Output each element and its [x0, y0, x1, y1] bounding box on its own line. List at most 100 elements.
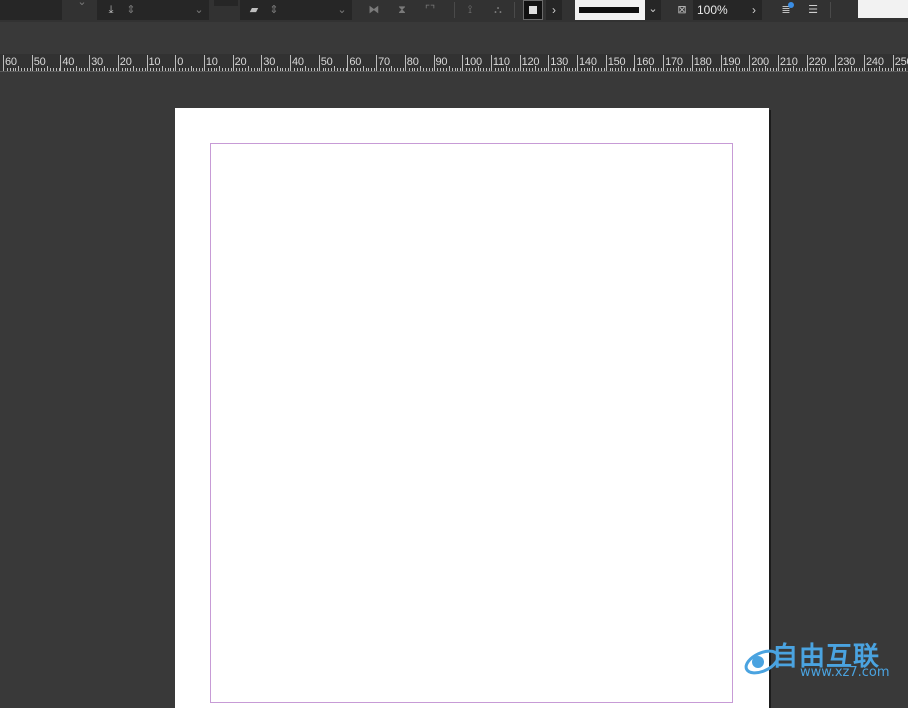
ruler-minor-tick	[575, 68, 577, 71]
chevron-down-icon[interactable]: ⌄	[191, 2, 207, 18]
ruler-minor-tick	[382, 68, 384, 71]
ruler-minor-tick	[477, 66, 479, 71]
horizontal-ruler[interactable]: 60 50 40 30 20 10 0 10 20 30 40 50 60 70 80 90 100 110 120…	[0, 54, 908, 72]
ruler-major-tick	[519, 55, 521, 71]
panel-preview[interactable]	[858, 0, 908, 18]
ruler-minor-tick	[867, 68, 869, 71]
ruler-minor-tick	[618, 68, 620, 71]
align-icon[interactable]: ☰	[805, 2, 821, 18]
ruler-minor-tick	[440, 68, 442, 71]
ruler-minor-tick	[173, 68, 175, 71]
ruler-minor-tick	[49, 68, 51, 71]
reference-point-icon[interactable]: ⌜⌝	[422, 2, 438, 18]
align-bottom-icon[interactable]: ⤓	[103, 2, 119, 18]
ruler-minor-tick	[557, 68, 559, 71]
ruler-label: 230	[837, 56, 856, 68]
select-container-icon[interactable]: ⟟	[462, 2, 478, 18]
ruler-major-tick	[203, 55, 205, 71]
stroke-style-field[interactable]	[575, 0, 645, 20]
ruler-minor-tick	[483, 68, 485, 71]
ruler-minor-tick	[288, 68, 290, 71]
fill-swatch-icon[interactable]	[523, 0, 543, 20]
flip-vertical-icon[interactable]: ⧗	[394, 2, 410, 18]
chevron-right-icon-2[interactable]: ›	[746, 0, 762, 20]
ruler-minor-tick	[632, 68, 634, 71]
ruler-minor-tick	[784, 68, 786, 71]
ruler-minor-tick	[882, 68, 884, 71]
ruler-label: 40	[62, 56, 75, 68]
ruler-minor-tick	[712, 68, 714, 71]
ruler-label: 100	[464, 56, 482, 68]
chevron-icon: ⌄	[77, 0, 87, 8]
ruler-minor-tick	[374, 68, 376, 71]
ruler-major-tick	[634, 55, 636, 71]
ruler-minor-tick	[850, 66, 852, 71]
shear-icon[interactable]: ▰	[246, 2, 262, 18]
ruler-minor-tick	[428, 68, 430, 71]
ruler-minor-tick	[153, 68, 155, 71]
tab-area	[0, 22, 908, 54]
ruler-minor-tick	[47, 66, 49, 71]
ruler-minor-tick	[847, 68, 849, 71]
ruler-minor-tick	[354, 68, 356, 71]
ruler-minor-tick	[816, 68, 818, 71]
ruler-minor-tick	[555, 68, 557, 71]
ruler-minor-tick	[328, 68, 330, 71]
ruler-major-tick	[3, 55, 4, 71]
ruler-minor-tick	[827, 68, 829, 71]
ruler-minor-tick	[612, 68, 614, 71]
chevron-right-icon[interactable]: ›	[546, 0, 562, 20]
ruler-label: 50	[33, 56, 46, 68]
chevron-down-icon-3[interactable]: ⌄	[645, 0, 661, 20]
small-field[interactable]: 0	[214, 0, 238, 6]
shear-field[interactable]: ▰ ⇕ ⌄	[240, 0, 352, 20]
ruler-minor-tick	[21, 68, 23, 71]
ruler-major-tick	[261, 55, 263, 71]
ruler-minor-tick	[67, 68, 69, 71]
zoom-input[interactable]: 100%	[693, 0, 747, 20]
ruler-minor-tick	[689, 68, 691, 71]
stepper-icon[interactable]: ⇕	[123, 2, 139, 18]
ruler-major-tick	[691, 55, 693, 71]
ruler-minor-tick	[55, 68, 57, 71]
ruler-minor-tick	[600, 68, 602, 71]
ruler-minor-tick	[259, 68, 261, 71]
ruler-label: 80	[406, 56, 419, 68]
ruler-minor-tick	[101, 68, 103, 71]
select-content-icon[interactable]: ⛬	[490, 2, 506, 18]
ruler-major-tick	[60, 55, 62, 71]
ruler-minor-tick	[15, 68, 17, 71]
ruler-minor-tick	[649, 66, 651, 71]
ruler-minor-tick	[78, 68, 80, 71]
ruler-minor-tick	[454, 68, 456, 71]
ruler-minor-tick	[391, 66, 393, 71]
ruler-minor-tick	[793, 66, 795, 71]
height-field[interactable]: ⤓ ⇕ ⌄	[97, 0, 209, 20]
ruler-minor-tick	[457, 68, 459, 71]
ruler-minor-tick	[856, 68, 858, 71]
ruler-minor-tick	[540, 68, 542, 71]
ruler-minor-tick	[414, 68, 416, 71]
ruler-minor-tick	[486, 68, 488, 71]
ruler-minor-tick	[313, 68, 315, 71]
ruler-minor-tick	[44, 68, 46, 71]
ruler-minor-tick	[862, 68, 864, 71]
flip-horizontal-icon[interactable]: ⧓	[366, 2, 382, 18]
separator-2	[514, 2, 515, 18]
ruler-minor-tick	[661, 68, 663, 71]
ruler-minor-tick	[790, 68, 792, 71]
ruler-major-tick	[462, 55, 464, 71]
stepper-icon-2[interactable]: ⇕	[266, 2, 282, 18]
ruler-minor-tick	[158, 68, 160, 71]
toolbar-field-left[interactable]	[0, 0, 62, 20]
ruler-minor-tick	[104, 66, 106, 71]
ruler-minor-tick	[184, 68, 186, 71]
ruler-minor-tick	[420, 66, 422, 71]
ruler-minor-tick	[830, 68, 832, 71]
ruler-major-tick	[548, 55, 550, 71]
chevron-down-icon-2[interactable]: ⌄	[334, 2, 350, 18]
ruler-minor-tick	[339, 68, 341, 71]
ruler-minor-tick	[890, 68, 892, 71]
ruler-minor-tick	[408, 68, 410, 71]
ruler-minor-tick	[110, 68, 112, 71]
